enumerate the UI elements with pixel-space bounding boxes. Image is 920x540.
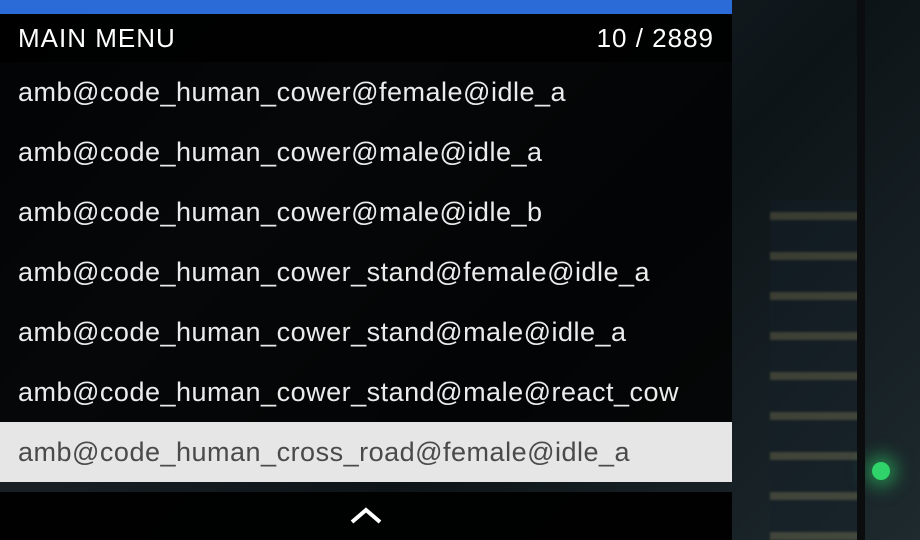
- main-menu-panel: MAIN MENU 10 / 2889 amb@code_human_cower…: [0, 0, 732, 540]
- list-item-label: amb@code_human_cower_stand@male@react_co…: [18, 377, 679, 408]
- list-item[interactable]: amb@code_human_cower@male@idle_b: [0, 182, 732, 242]
- list-item[interactable]: amb@code_human_cross_road@female@idle_a: [0, 422, 732, 482]
- list-item[interactable]: amb@code_human_cower_stand@male@idle_a: [0, 302, 732, 362]
- list-item-label: amb@code_human_cross_road@female@idle_a: [18, 437, 630, 468]
- menu-header: MAIN MENU 10 / 2889: [0, 14, 732, 62]
- list-item-label: amb@code_human_cower_stand@female@idle_a: [18, 257, 650, 288]
- list-item-label: amb@code_human_cower@male@idle_b: [18, 197, 543, 228]
- list-item-label: amb@code_human_cower@female@idle_a: [18, 77, 566, 108]
- background-pole: [857, 0, 865, 540]
- menu-title: MAIN MENU: [18, 23, 176, 54]
- list-item[interactable]: amb@code_human_cower_stand@female@idle_a: [0, 242, 732, 302]
- accent-bar: [0, 0, 732, 14]
- menu-footer: [0, 492, 732, 540]
- menu-counter: 10 / 2889: [597, 23, 714, 54]
- list-item-label: amb@code_human_cower_stand@male@idle_a: [18, 317, 627, 348]
- list-item[interactable]: amb@code_human_cower_stand@male@react_co…: [0, 362, 732, 422]
- chevron-up-icon[interactable]: [349, 507, 383, 525]
- list-item[interactable]: amb@code_human_cower@male@idle_a: [0, 122, 732, 182]
- list-item[interactable]: amb@code_human_cower@female@idle_a: [0, 62, 732, 122]
- menu-list[interactable]: amb@code_human_cower@female@idle_a amb@co…: [0, 62, 732, 492]
- list-item-label: amb@code_human_cower@male@idle_a: [18, 137, 543, 168]
